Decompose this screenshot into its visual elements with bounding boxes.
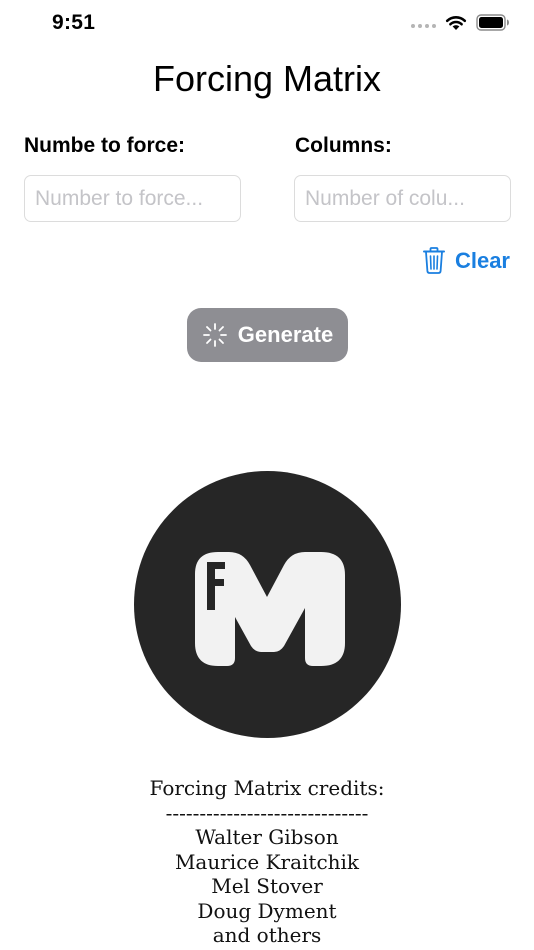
status-bar: 9:51 <box>0 0 534 48</box>
status-time: 9:51 <box>52 11 96 34</box>
number-to-force-input[interactable] <box>24 175 241 222</box>
credit-name: and others <box>212 923 322 947</box>
sparkle-wand-icon <box>202 323 227 347</box>
credit-name: Maurice Kraitchik <box>174 849 360 874</box>
credit-name: Walter Gibson <box>195 825 339 849</box>
columns-label: Columns: <box>295 134 392 157</box>
credit-name: Doug Dyment <box>197 898 337 923</box>
status-icons <box>411 14 510 31</box>
cellular-signal-icon <box>411 23 436 28</box>
credits-divider: ------------------------------ <box>165 800 369 825</box>
clear-button-label: Clear <box>454 247 510 273</box>
generate-button-label: Generate <box>237 322 334 347</box>
number-to-force-label: Numbe to force: <box>24 134 186 157</box>
page-title: Forcing Matrix <box>152 58 382 99</box>
trash-icon <box>422 247 445 274</box>
forcing-matrix-logo <box>134 471 401 738</box>
credits-heading: Forcing Matrix credits: <box>149 776 385 800</box>
app-screen: 9:51 Forcing Matrix Numbe to force: Colu… <box>0 0 534 950</box>
generate-button[interactable]: Generate <box>187 308 348 362</box>
wifi-icon <box>445 16 467 30</box>
clear-button[interactable]: Clear <box>422 247 510 274</box>
columns-input[interactable] <box>294 175 511 222</box>
credits-section: Forcing Matrix credits: ----------------… <box>0 776 534 948</box>
credit-name: Mel Stover <box>211 874 323 898</box>
battery-icon <box>476 14 509 31</box>
